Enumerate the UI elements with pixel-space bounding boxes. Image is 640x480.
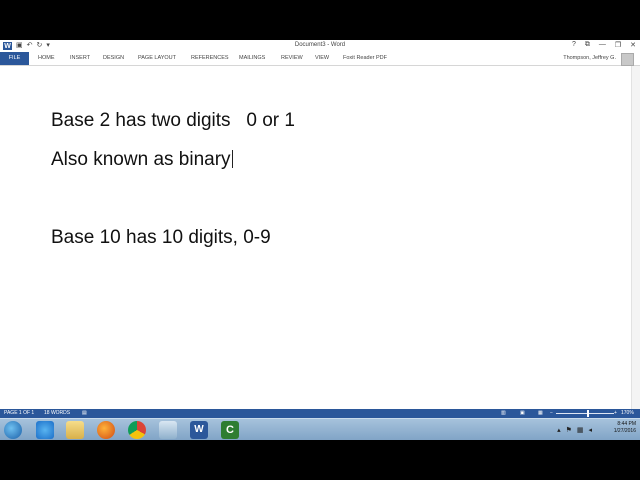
start-orb[interactable] <box>4 421 22 439</box>
firefox-icon[interactable] <box>97 421 115 439</box>
tray-arrow-icon[interactable]: ▴ <box>557 426 561 434</box>
clock[interactable]: 8:44 PM 1/27/2016 <box>614 421 636 435</box>
zoom-slider[interactable] <box>556 413 614 414</box>
clock-time: 8:44 PM <box>617 421 636 427</box>
tab-insert[interactable]: INSERT <box>70 52 90 65</box>
window-controls: ? ⧉ — ❐ ✕ <box>572 41 636 49</box>
zoom-out-icon[interactable]: − <box>550 409 553 418</box>
word-count[interactable]: 18 WORDS <box>44 409 70 418</box>
vertical-scrollbar[interactable] <box>631 66 640 409</box>
tab-view[interactable]: VIEW <box>315 52 329 65</box>
tab-references[interactable]: REFERENCES <box>191 52 229 65</box>
document-title: Document3 - Word <box>294 42 346 48</box>
zoom-level[interactable]: 170% <box>621 409 634 418</box>
chrome-icon[interactable] <box>128 421 146 439</box>
close-icon[interactable]: ✕ <box>630 41 636 49</box>
zoom-slider-thumb[interactable] <box>587 410 589 417</box>
avatar[interactable] <box>621 53 634 66</box>
title-bar: W ▣ ↶ ↻ ▾ Document3 - Word ? ⧉ — ❐ ✕ <box>0 40 640 51</box>
print-layout-icon[interactable]: ▣ <box>520 409 525 418</box>
status-bar: PAGE 1 OF 1 18 WORDS ▤ ▥ ▣ ▦ − + 170% <box>0 409 640 418</box>
app-icon[interactable] <box>159 421 177 439</box>
document-line-3: Base 10 has 10 digits, 0-9 <box>51 227 271 248</box>
read-mode-icon[interactable]: ▥ <box>501 409 506 418</box>
tab-file[interactable]: FILE <box>0 52 29 65</box>
document-line-1: Base 2 has two digits 0 or 1 <box>51 110 295 131</box>
user-name[interactable]: Thompson, Jeffrey G. <box>563 52 616 65</box>
minimize-icon[interactable]: — <box>599 41 606 49</box>
document-line-2: Also known as binary <box>51 149 233 171</box>
tab-foxit-reader-pdf[interactable]: Foxit Reader PDF <box>343 52 387 65</box>
camtasia-icon[interactable]: C <box>221 421 239 439</box>
clock-date: 1/27/2016 <box>613 428 636 434</box>
ribbon-tabs: FILE HOME INSERT DESIGN PAGE LAYOUT REFE… <box>0 52 640 66</box>
proofing-icon[interactable]: ▤ <box>82 409 87 418</box>
screen: W ▣ ↶ ↻ ▾ Document3 - Word ? ⧉ — ❐ ✕ FIL… <box>0 40 640 440</box>
tab-home[interactable]: HOME <box>38 52 55 65</box>
word-icon[interactable]: W <box>190 421 208 439</box>
volume-icon[interactable]: ◂ <box>588 426 592 434</box>
restore-icon[interactable]: ❐ <box>615 41 621 49</box>
network-icon[interactable]: ▦ <box>577 426 584 434</box>
document-page[interactable]: Base 2 has two digits 0 or 1 Also known … <box>0 66 632 409</box>
tab-review[interactable]: REVIEW <box>281 52 303 65</box>
text-cursor <box>231 150 233 168</box>
tab-design[interactable]: DESIGN <box>103 52 124 65</box>
document-line-2-text: Also known as binary <box>51 149 231 170</box>
system-tray: ▴ ⚑ ▦ ◂ <box>557 426 592 434</box>
internet-explorer-icon[interactable] <box>36 421 54 439</box>
zoom-in-icon[interactable]: + <box>614 409 617 418</box>
tab-page-layout[interactable]: PAGE LAYOUT <box>138 52 176 65</box>
page-count[interactable]: PAGE 1 OF 1 <box>4 409 34 418</box>
web-layout-icon[interactable]: ▦ <box>538 409 543 418</box>
flag-icon[interactable]: ⚑ <box>566 426 572 434</box>
tab-mailings[interactable]: MAILINGS <box>239 52 265 65</box>
ribbon-display-icon[interactable]: ⧉ <box>585 41 590 49</box>
file-explorer-icon[interactable] <box>66 421 84 439</box>
help-icon[interactable]: ? <box>572 41 576 49</box>
taskbar: W C ▴ ⚑ ▦ ◂ 8:44 PM 1/27/2016 <box>0 418 640 440</box>
